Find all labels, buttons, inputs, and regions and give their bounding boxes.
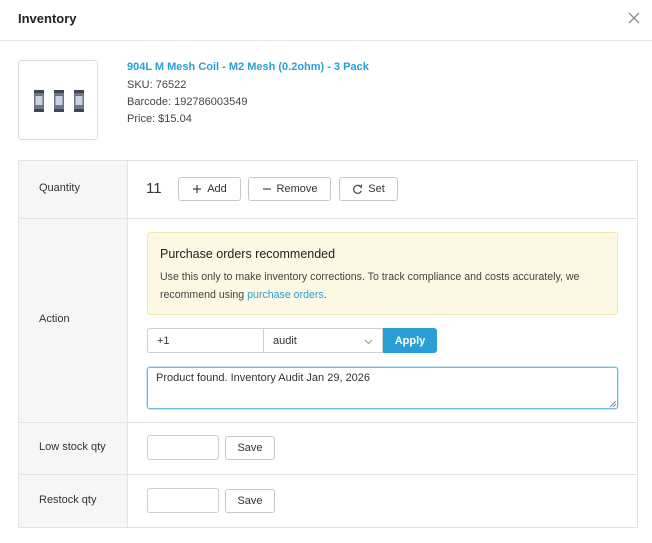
quantity-label: Quantity <box>39 182 80 194</box>
remove-button-label: Remove <box>276 183 318 195</box>
alert-title: Purchase orders recommended <box>160 247 336 261</box>
label-column <box>19 161 128 527</box>
plus-icon <box>193 185 202 193</box>
reason-select-value: audit <box>273 334 297 347</box>
minus-icon <box>262 188 271 190</box>
row-divider <box>19 474 637 475</box>
low-stock-label: Low stock qty <box>39 441 106 453</box>
product-name-link[interactable]: 904L M Mesh Coil - M2 Mesh (0.2ohm) - 3 … <box>127 61 369 73</box>
modal-title: Inventory <box>18 11 77 26</box>
refresh-icon <box>353 184 363 194</box>
restock-save-button[interactable]: Save <box>225 489 275 513</box>
row-divider <box>19 422 637 423</box>
add-button[interactable]: Add <box>178 177 241 201</box>
remove-button[interactable]: Remove <box>248 177 331 201</box>
set-button-label: Set <box>368 183 385 195</box>
resize-grip-icon[interactable] <box>609 400 617 408</box>
chevron-down-icon <box>364 339 373 345</box>
product-price: Price: $15.04 <box>127 113 192 125</box>
add-button-label: Add <box>207 183 227 195</box>
close-icon[interactable] <box>627 11 641 25</box>
quantity-value: 11 <box>146 180 162 197</box>
modal-header: Inventory <box>0 0 652 41</box>
restock-label: Restock qty <box>39 494 97 506</box>
vape-coil-pack-image <box>34 90 84 112</box>
purchase-orders-alert: Purchase orders recommended Use this onl… <box>147 232 618 315</box>
adjustment-input[interactable] <box>147 328 264 353</box>
alert-body-suffix: . <box>323 289 327 301</box>
note-textarea[interactable]: Product found. Inventory Audit Jan 29, 2… <box>147 367 618 409</box>
apply-button[interactable]: Apply <box>383 328 437 353</box>
product-sku: SKU: 76522 <box>127 79 187 91</box>
reason-select[interactable]: audit <box>264 328 383 353</box>
restock-input[interactable] <box>147 488 219 513</box>
product-barcode: Barcode: 192786003549 <box>127 96 248 108</box>
restock-save-label: Save <box>237 495 263 507</box>
alert-body-text: Use this only to make inventory correcti… <box>160 271 580 301</box>
product-image <box>18 60 98 140</box>
low-stock-save-button[interactable]: Save <box>225 436 275 460</box>
set-button[interactable]: Set <box>339 177 398 201</box>
alert-body: Use this only to make inventory correcti… <box>160 268 610 304</box>
row-divider <box>19 218 637 219</box>
low-stock-input[interactable] <box>147 435 219 460</box>
purchase-orders-link[interactable]: purchase orders <box>247 289 324 301</box>
low-stock-save-label: Save <box>237 442 263 454</box>
action-label: Action <box>39 313 70 325</box>
